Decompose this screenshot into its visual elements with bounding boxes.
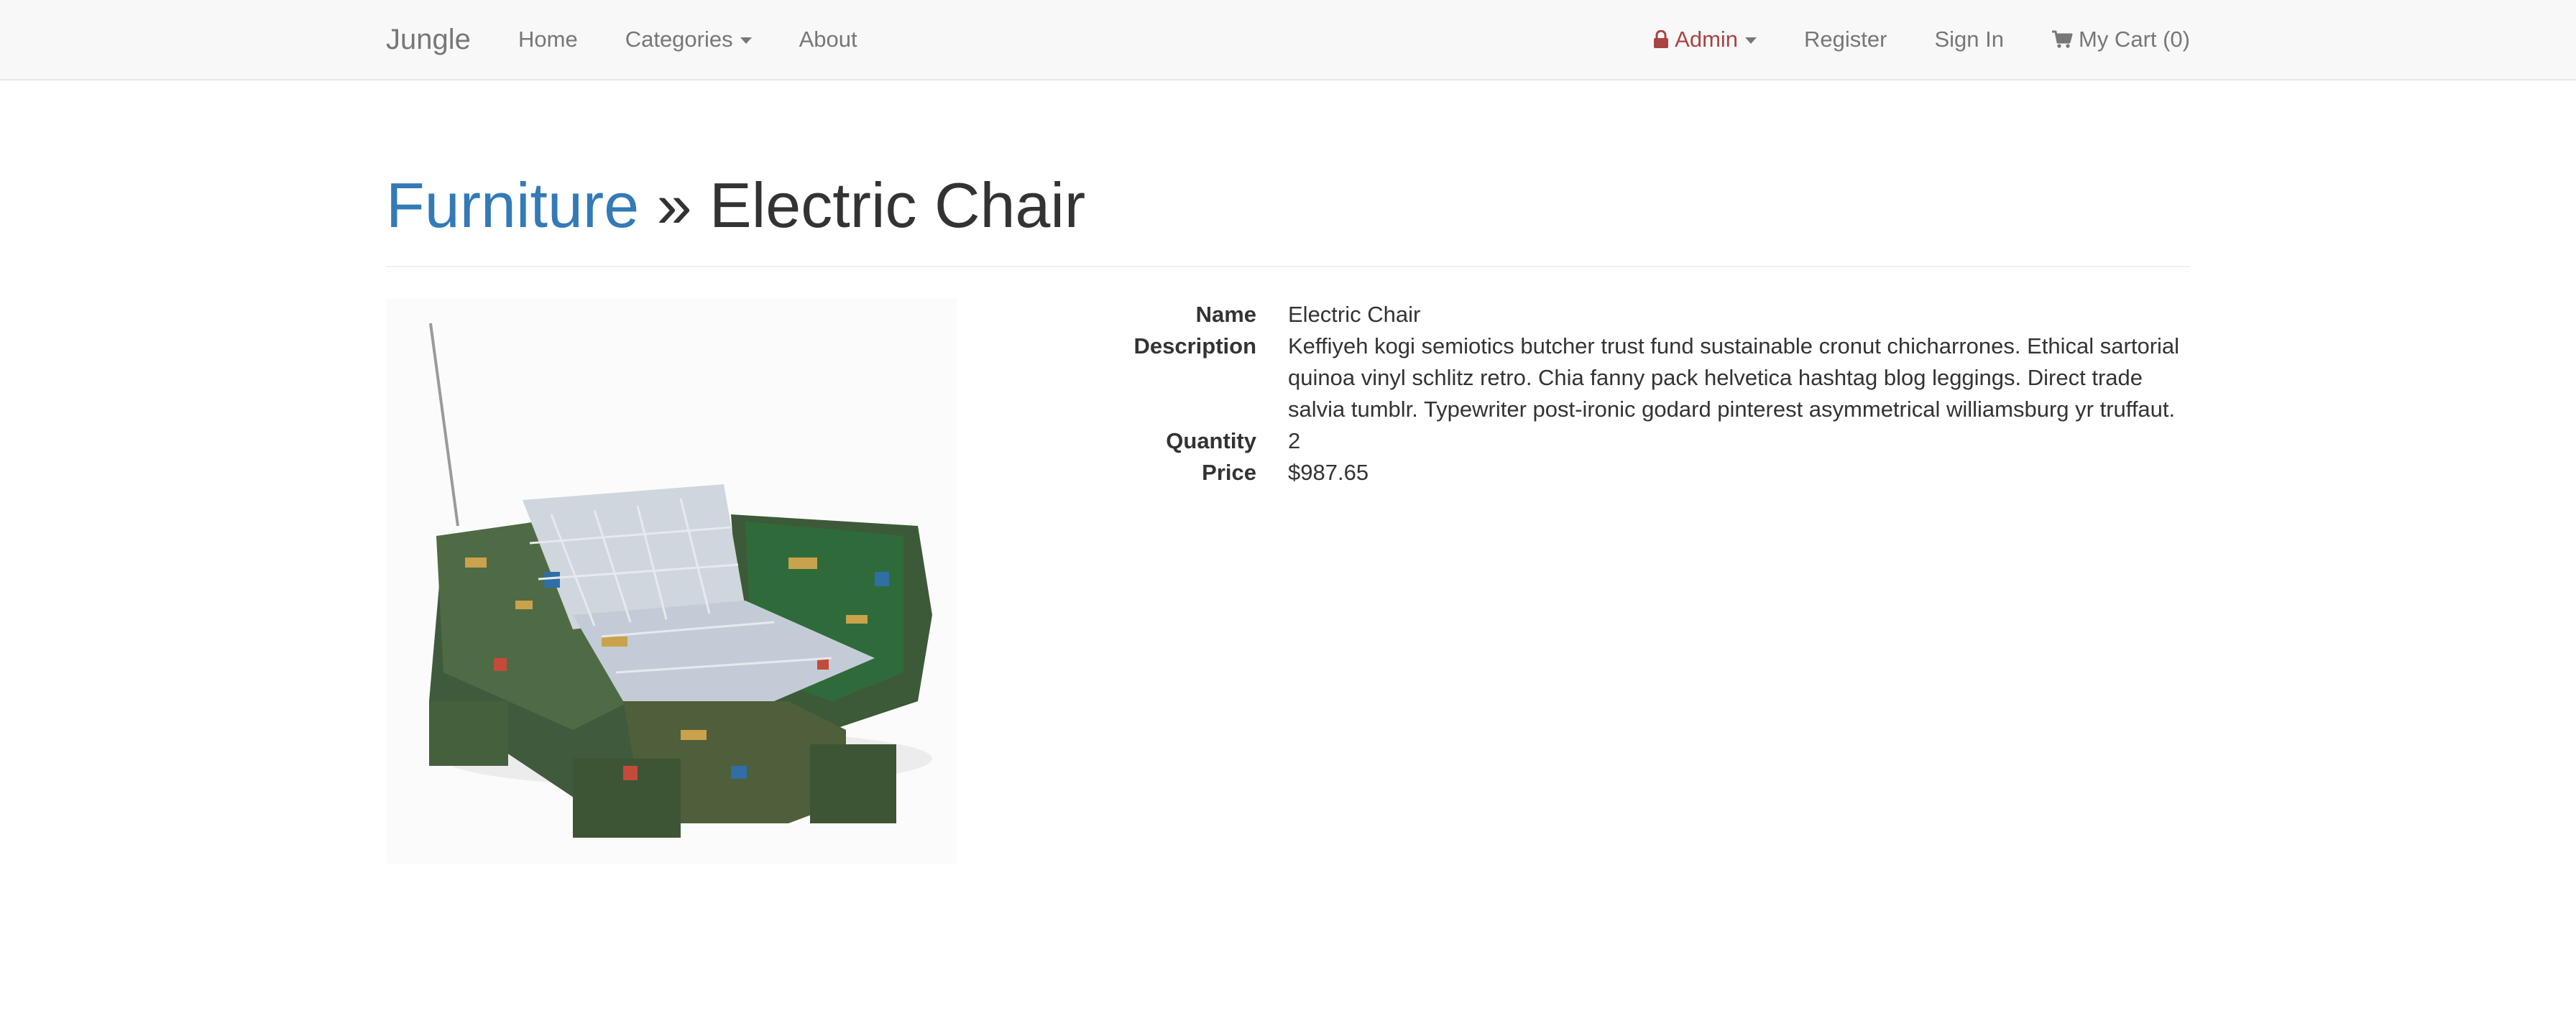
page-title: Furniture » Electric Chair [386, 162, 2190, 249]
breadcrumb-separator: » [656, 170, 692, 241]
detail-value: 2 [1288, 428, 1301, 453]
nav-cart-label: My Cart (0) [2079, 27, 2190, 52]
nav-sign-in-link[interactable]: Sign In [1934, 0, 2004, 79]
nav-admin-label: Admin [1675, 27, 1739, 52]
nav-left-menu: Home Categories About [518, 0, 905, 79]
nav-register-link[interactable]: Register [1804, 0, 1887, 79]
nav-admin-dropdown[interactable]: Admin [1653, 0, 1757, 79]
lock-icon [1654, 30, 1669, 48]
detail-row-name: Name Electric Chair [956, 299, 2190, 330]
navbar-container: Jungle Home Categories About Admin Regis… [386, 0, 2190, 79]
nav-categories-label: Categories [625, 27, 733, 52]
shopping-cart-icon [2052, 30, 2073, 48]
detail-row-description: Description Keffiyeh kogi semiotics butc… [956, 330, 2190, 425]
detail-value: Keffiyeh kogi semiotics butcher trust fu… [1288, 333, 2180, 422]
breadcrumb-category-link[interactable]: Furniture [386, 170, 639, 241]
nav-categories-dropdown[interactable]: Categories [625, 0, 752, 79]
chair-made-of-circuit-boards-image [386, 299, 957, 864]
nav-about-link[interactable]: About [799, 0, 857, 79]
brand-link[interactable]: Jungle [386, 0, 471, 79]
detail-label: Price [1202, 460, 1256, 485]
product-image [386, 299, 957, 864]
top-navbar: Jungle Home Categories About Admin Regis… [0, 0, 2576, 80]
product-details: Name Electric Chair Description Keffiyeh… [956, 299, 2190, 489]
caret-down-icon [740, 37, 752, 44]
page-header: Furniture » Electric Chair [386, 162, 2190, 267]
detail-label: Description [1133, 333, 1256, 359]
detail-value: Electric Chair [1288, 302, 1421, 327]
caret-down-icon [1745, 37, 1757, 44]
breadcrumb-product-name: Electric Chair [709, 170, 1086, 241]
detail-row-price: Price $987.65 [956, 457, 2190, 489]
nav-right-menu: Admin Register Sign In My Cart (0) [1653, 0, 2190, 79]
detail-value: $987.65 [1288, 460, 1369, 485]
detail-row-quantity: Quantity 2 [956, 425, 2190, 457]
detail-label: Quantity [1166, 428, 1256, 453]
nav-cart-link[interactable]: My Cart (0) [2051, 0, 2190, 79]
detail-label: Name [1195, 302, 1256, 327]
nav-home-link[interactable]: Home [518, 0, 578, 79]
